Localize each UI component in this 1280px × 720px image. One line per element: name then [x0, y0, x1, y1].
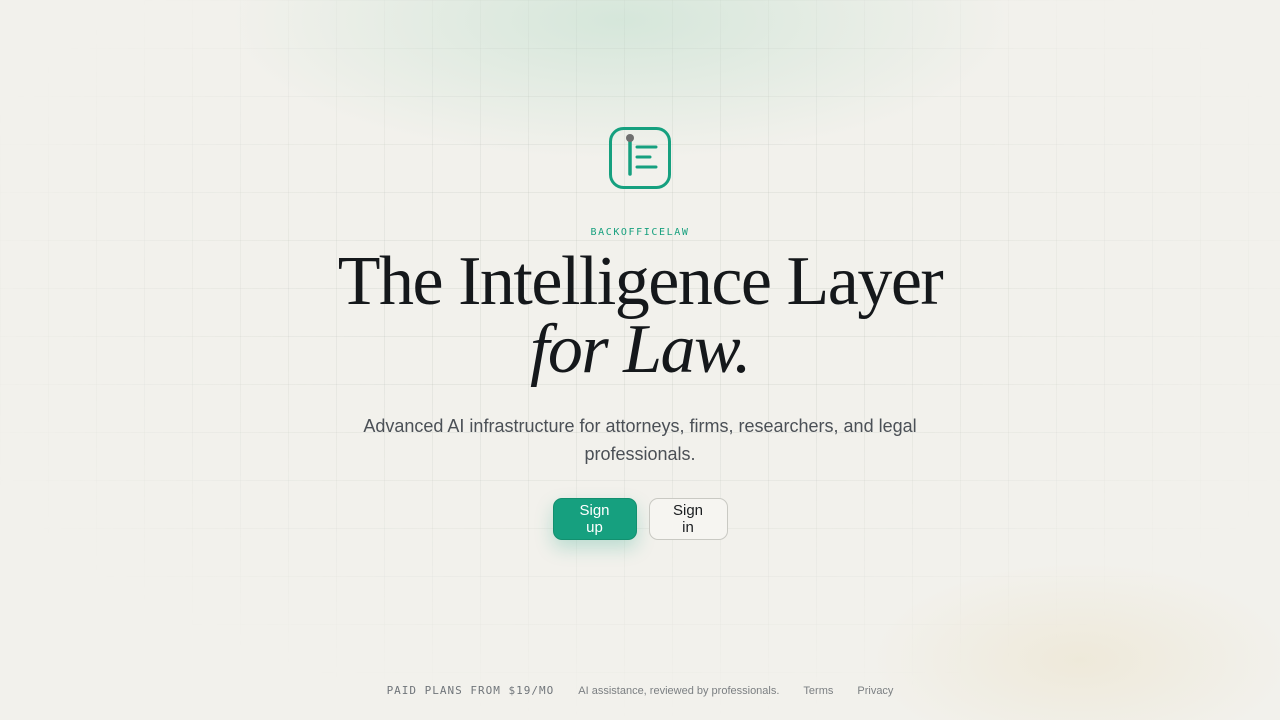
page-title: The Intelligence Layer for Law.	[300, 247, 980, 385]
document-lines-icon	[609, 127, 671, 189]
headline-main: The Intelligence Layer	[337, 243, 944, 320]
terms-link[interactable]: Terms	[803, 685, 833, 697]
privacy-link[interactable]: Privacy	[857, 685, 893, 697]
sign-in-button[interactable]: Sign in	[648, 498, 728, 540]
brand-name: BACKOFFICELAW	[590, 227, 690, 238]
pricing-note: PAID PLANS FROM $19/MO	[386, 684, 555, 697]
hero-subtitle: Advanced AI infrastructure for attorneys…	[363, 416, 917, 464]
footer-tagline: AI assistance, reviewed by professionals…	[578, 684, 780, 697]
hero-actions: Sign up Sign in	[0, 498, 1280, 540]
footer: PAID PLANS FROM $19/MO AI assistance, re…	[0, 684, 1280, 697]
sign-up-button[interactable]: Sign up	[552, 498, 637, 540]
headline-italic: for Law.	[529, 311, 752, 388]
